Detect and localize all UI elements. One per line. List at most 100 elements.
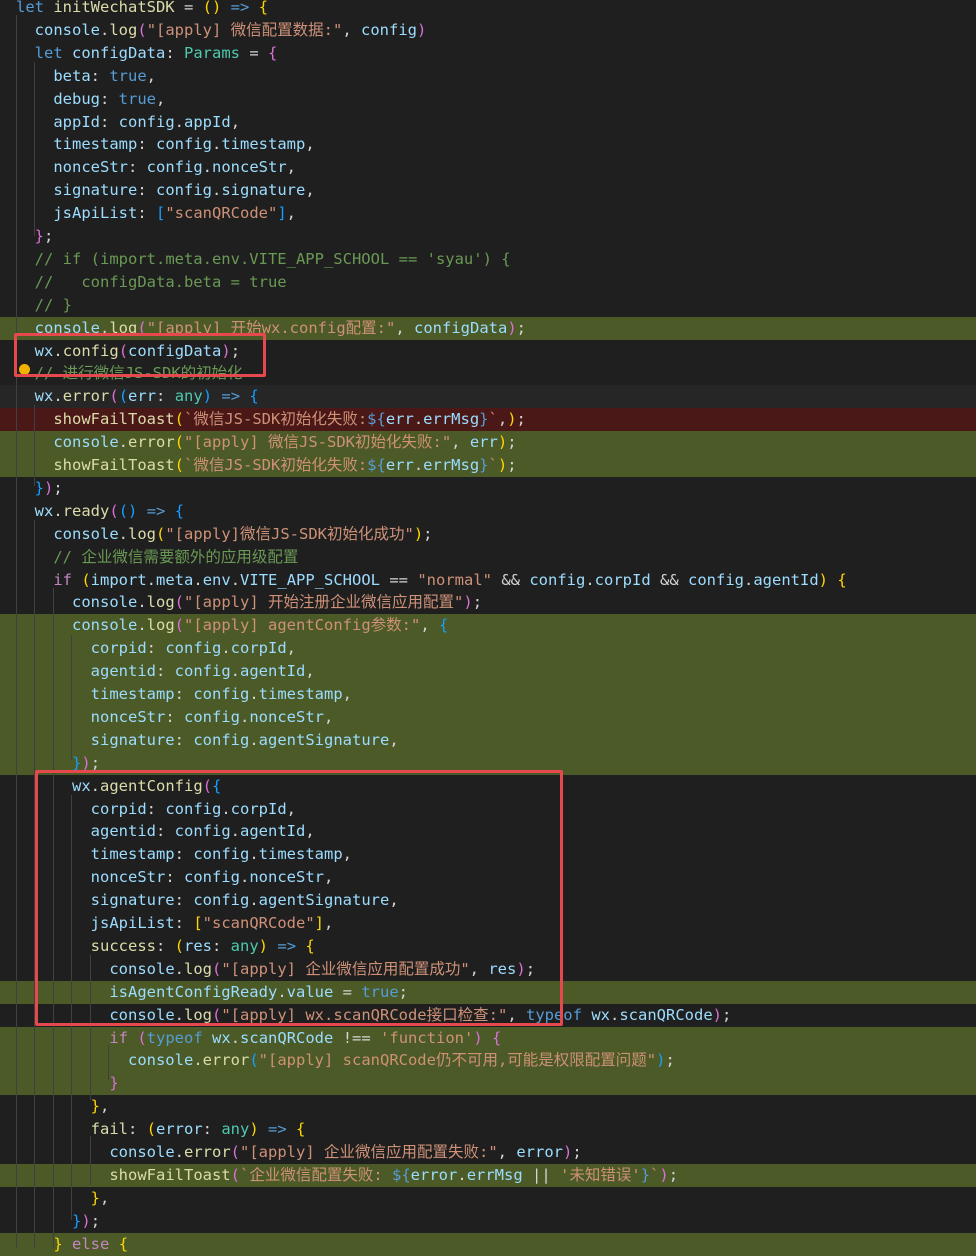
code-line[interactable]: fail: (error: any) => { xyxy=(0,1118,976,1141)
code-line[interactable]: }, xyxy=(0,1187,976,1210)
code-line[interactable]: jsApiList: ["scanQRCode"], xyxy=(0,912,976,935)
code-line[interactable]: let initWechatSDK = () => { xyxy=(0,0,976,19)
code-token-keyword: => xyxy=(146,501,166,520)
code-token-bracket2: { xyxy=(492,1028,502,1047)
code-editor[interactable]: let initWechatSDK = () => { console.log(… xyxy=(0,0,976,1256)
code-line[interactable]: wx.ready(() => { xyxy=(0,500,976,523)
code-line[interactable]: }); xyxy=(0,1210,976,1233)
code-line[interactable]: // 企业微信需要额外的应用级配置 xyxy=(0,546,976,569)
code-line[interactable]: jsApiList: ["scanQRCode"], xyxy=(0,202,976,225)
code-token-bracket1: ) xyxy=(507,410,517,429)
code-line[interactable]: console.log("[apply] 企业微信应用配置成功", res); xyxy=(0,958,976,981)
code-token-plain: : xyxy=(174,845,194,864)
code-token-variable: console xyxy=(53,524,119,543)
code-token-bracket2: ( xyxy=(109,387,119,406)
code-token-plain: , xyxy=(230,112,241,131)
code-token-plain: && xyxy=(650,570,688,589)
code-token-plain: ; xyxy=(668,1165,679,1184)
code-token-plain: ; xyxy=(230,341,241,360)
code-token-bracket1: ) xyxy=(497,433,508,452)
code-token-plain: . xyxy=(53,501,63,520)
code-line[interactable]: signature: config.agentSignature, xyxy=(0,728,976,752)
code-line[interactable]: appId: config.appId, xyxy=(0,111,976,134)
lightbulb-icon[interactable] xyxy=(19,364,30,375)
code-token-variable: wx xyxy=(591,1005,610,1024)
indent-guide xyxy=(90,955,91,1100)
code-line[interactable]: if (typeof wx.scanQRCode !== 'function')… xyxy=(0,1026,976,1050)
code-line[interactable]: console.log("[apply] 开始注册企业微信应用配置"); xyxy=(0,591,976,614)
code-token-function: log xyxy=(109,318,138,337)
code-line[interactable]: }); xyxy=(0,477,976,500)
code-line[interactable]: wx.config(configData); xyxy=(0,340,976,363)
code-token-string: "scanQRCode" xyxy=(202,914,315,932)
code-token-function: config xyxy=(62,341,119,360)
code-line[interactable]: console.log("[apply] 微信配置数据:", config) xyxy=(0,19,976,42)
code-line[interactable]: console.log("[apply] agentConfig参数:", { xyxy=(0,614,976,638)
code-line[interactable]: console.error("[apply] 微信JS-SDK初始化失败:", … xyxy=(0,431,976,455)
code-line[interactable]: }; xyxy=(0,225,976,248)
code-token-template: } xyxy=(640,1165,651,1184)
code-line[interactable]: // } xyxy=(0,294,976,317)
code-line[interactable]: nonceStr: config.nonceStr, xyxy=(0,156,976,179)
code-line[interactable]: // configData.beta = true xyxy=(0,271,976,294)
code-line[interactable]: console.log("[apply] 开始wx.config配置:", co… xyxy=(0,316,976,340)
code-line[interactable]: agentid: config.agentId, xyxy=(0,820,976,843)
code-line[interactable]: agentid: config.agentId, xyxy=(0,660,976,684)
code-token-variable: agentid xyxy=(90,662,156,681)
code-line[interactable]: nonceStr: config.nonceStr, xyxy=(0,866,976,889)
code-token-variable: meta xyxy=(156,570,194,589)
code-line[interactable]: signature: config.signature, xyxy=(0,179,976,202)
code-token-keyword: let xyxy=(16,0,54,16)
code-line[interactable]: timestamp: config.timestamp, xyxy=(0,843,976,866)
code-token-plain: : xyxy=(155,662,175,681)
code-line[interactable]: } else { xyxy=(0,1232,976,1256)
code-line[interactable]: debug: true, xyxy=(0,88,976,111)
code-token-plain: , xyxy=(389,730,399,749)
code-token-plain: . xyxy=(413,456,424,474)
code-token-variable: jsApiList xyxy=(90,914,175,932)
code-token-plain: . xyxy=(230,570,241,589)
code-line[interactable]: timestamp: config.timestamp, xyxy=(0,133,976,156)
code-token-plain: : xyxy=(212,936,231,955)
code-line[interactable]: timestamp: config.timestamp, xyxy=(0,683,976,706)
code-token-bracket1: } xyxy=(90,1188,100,1207)
code-token-variable: err xyxy=(128,387,157,406)
code-token-bracket2: { xyxy=(268,43,278,62)
code-token-plain: : xyxy=(174,730,194,749)
code-line[interactable]: wx.agentConfig({ xyxy=(0,775,976,798)
code-token-plain: ; xyxy=(722,1005,732,1024)
code-line[interactable]: }); xyxy=(0,751,976,775)
code-line[interactable]: let configData: Params = { xyxy=(0,42,976,65)
code-token-plain: : xyxy=(174,914,194,932)
code-line[interactable]: console.error("[apply] 企业微信应用配置失败:", err… xyxy=(0,1141,976,1164)
code-line[interactable]: } xyxy=(0,1072,976,1096)
code-token-function: log xyxy=(146,593,175,612)
code-line[interactable]: // if (import.meta.env.VITE_APP_SCHOOL =… xyxy=(0,248,976,271)
code-line[interactable]: showFailToast(`微信JS-SDK初始化失败:${err.errMs… xyxy=(0,454,976,477)
code-line[interactable]: showFailToast(`企业微信配置失败: ${error.errMsg … xyxy=(0,1163,976,1187)
code-token-bracket1: ( xyxy=(174,433,185,452)
code-line[interactable]: showFailToast(`微信JS-SDK初始化失败:${err.errMs… xyxy=(0,408,976,432)
code-token-bracket2: ( xyxy=(118,341,129,360)
code-line[interactable]: if (import.meta.env.VITE_APP_SCHOOL == "… xyxy=(0,569,976,592)
code-line[interactable]: console.log("[apply] wx.scanQRCode接口检查:"… xyxy=(0,1004,976,1027)
code-line[interactable]: }, xyxy=(0,1095,976,1118)
code-token-plain: , xyxy=(100,1097,110,1116)
code-token-variable: jsApiList xyxy=(53,204,138,223)
code-token-plain: == xyxy=(380,570,418,589)
code-line[interactable]: success: (res: any) => { xyxy=(0,935,976,958)
code-line[interactable]: corpid: config.corpId, xyxy=(0,798,976,821)
code-line[interactable]: nonceStr: config.nonceStr, xyxy=(0,705,976,729)
code-line[interactable]: corpid: config.corpId, xyxy=(0,637,976,661)
code-token-plain: . xyxy=(137,593,147,612)
code-line[interactable]: beta: true, xyxy=(0,65,976,88)
code-line[interactable]: // 进行微信JS-SDK的初始化 xyxy=(0,362,976,385)
code-line[interactable]: wx.error((err: any) => { xyxy=(0,385,976,409)
code-line[interactable]: console.error("[apply] scanQRCode仍不可用,可能… xyxy=(0,1049,976,1073)
code-token-bracket3: { xyxy=(439,616,449,635)
code-token-bracket3: { xyxy=(249,387,259,406)
code-line[interactable]: console.log("[apply]微信JS-SDK初始化成功"); xyxy=(0,523,976,546)
code-line[interactable]: signature: config.agentSignature, xyxy=(0,889,976,912)
code-line[interactable]: isAgentConfigReady.value = true; xyxy=(0,980,976,1004)
code-token-variable: config xyxy=(174,822,231,841)
